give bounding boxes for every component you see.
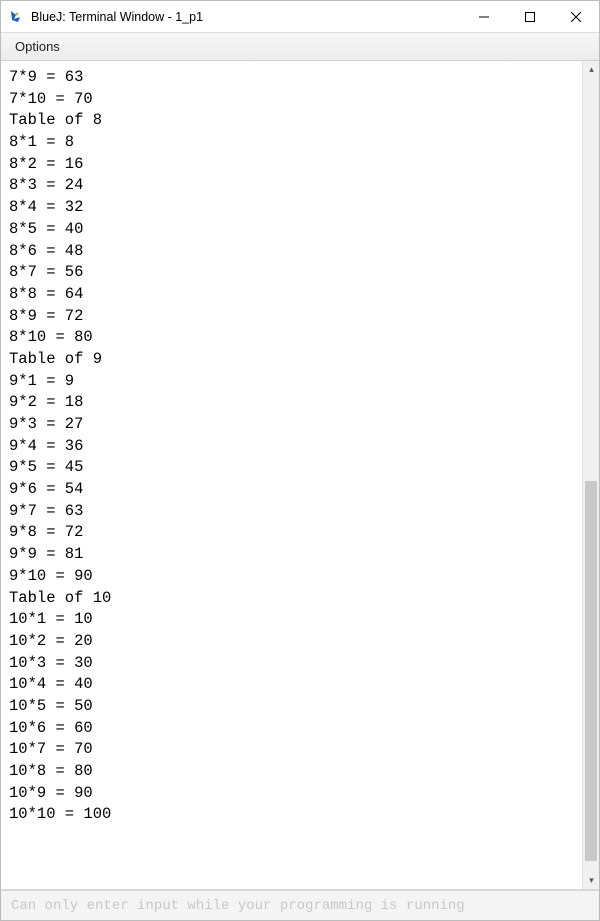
- minimize-button[interactable]: [461, 1, 507, 33]
- terminal-line: 9*1 = 9: [9, 371, 574, 393]
- menubar: Options: [1, 33, 599, 61]
- terminal-line: 9*6 = 54: [9, 479, 574, 501]
- terminal-line: 8*3 = 24: [9, 175, 574, 197]
- terminal-line: 9*9 = 81: [9, 544, 574, 566]
- terminal-line: Table of 8: [9, 110, 574, 132]
- terminal-input[interactable]: Can only enter input while your programm…: [1, 890, 599, 920]
- terminal-line: 10*8 = 80: [9, 761, 574, 783]
- bluej-app-icon: [7, 8, 25, 26]
- terminal-line: 10*4 = 40: [9, 674, 574, 696]
- terminal-line: 7*10 = 70: [9, 89, 574, 111]
- terminal-line: 8*10 = 80: [9, 327, 574, 349]
- terminal-line: 10*3 = 30: [9, 653, 574, 675]
- window-title: BlueJ: Terminal Window - 1_p1: [31, 10, 203, 24]
- terminal-line: 10*6 = 60: [9, 718, 574, 740]
- terminal-line: 10*5 = 50: [9, 696, 574, 718]
- close-button[interactable]: [553, 1, 599, 33]
- terminal-line: 8*8 = 64: [9, 284, 574, 306]
- terminal-line: 8*5 = 40: [9, 219, 574, 241]
- terminal-line: 9*8 = 72: [9, 522, 574, 544]
- terminal-line: 10*7 = 70: [9, 739, 574, 761]
- terminal-line: 8*4 = 32: [9, 197, 574, 219]
- menu-options[interactable]: Options: [15, 39, 60, 54]
- terminal-line: 9*2 = 18: [9, 392, 574, 414]
- terminal-output[interactable]: 7*9 = 637*10 = 70Table of 88*1 = 88*2 = …: [1, 61, 582, 889]
- terminal-line: Table of 9: [9, 349, 574, 371]
- maximize-button[interactable]: [507, 1, 553, 33]
- terminal-line: 8*2 = 16: [9, 154, 574, 176]
- terminal-line: 8*6 = 48: [9, 241, 574, 263]
- terminal-line: 10*9 = 90: [9, 783, 574, 805]
- input-placeholder: Can only enter input while your programm…: [11, 898, 465, 914]
- terminal-line: 9*5 = 45: [9, 457, 574, 479]
- titlebar[interactable]: BlueJ: Terminal Window - 1_p1: [1, 1, 599, 33]
- terminal-line: 9*3 = 27: [9, 414, 574, 436]
- terminal-line: 9*7 = 63: [9, 501, 574, 523]
- scroll-thumb[interactable]: [585, 481, 597, 861]
- terminal-line: 8*9 = 72: [9, 306, 574, 328]
- scroll-down-icon[interactable]: ▾: [583, 872, 599, 889]
- terminal-line: 8*7 = 56: [9, 262, 574, 284]
- terminal-line: 9*4 = 36: [9, 436, 574, 458]
- terminal-line: 8*1 = 8: [9, 132, 574, 154]
- vertical-scrollbar[interactable]: ▴ ▾: [582, 61, 599, 889]
- terminal-area: 7*9 = 637*10 = 70Table of 88*1 = 88*2 = …: [1, 61, 599, 890]
- terminal-line: 10*2 = 20: [9, 631, 574, 653]
- terminal-line: 7*9 = 63: [9, 67, 574, 89]
- scroll-up-icon[interactable]: ▴: [583, 61, 599, 78]
- terminal-line: 10*1 = 10: [9, 609, 574, 631]
- terminal-line: Table of 10: [9, 588, 574, 610]
- terminal-line: 9*10 = 90: [9, 566, 574, 588]
- terminal-line: 10*10 = 100: [9, 804, 574, 826]
